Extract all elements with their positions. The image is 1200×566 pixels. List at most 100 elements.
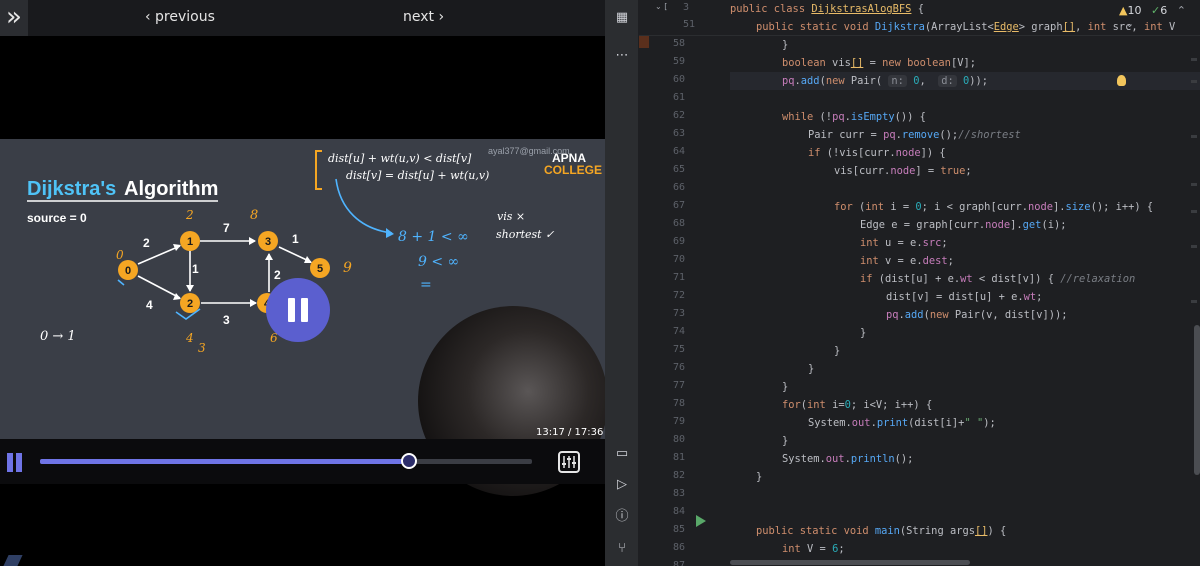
project-structure-icon[interactable]: ▦ [614, 10, 630, 26]
annotation-dist-2b: 3 [198, 341, 206, 355]
tool-sidebar: ▦ ⋯ ▭ ▷ ⓘ ⑂ [605, 0, 639, 566]
node-label-1: 1 [187, 236, 193, 248]
annotation-vis: vis × [497, 210, 525, 223]
line-number: 70 [672, 254, 685, 265]
arrowhead [173, 293, 181, 300]
slide-title-part2: Algorithm [124, 178, 218, 200]
app-logo-icon [3, 555, 23, 566]
vertical-scrollbar[interactable] [1194, 325, 1200, 475]
stripe-mark [1191, 300, 1197, 303]
code-line-63: Pair curr = pq.remove();//shortest [808, 129, 1021, 141]
annotation-dist-3: 8 [250, 208, 258, 223]
weight-2-4: 3 [223, 313, 230, 327]
code-line-77: } [782, 381, 789, 393]
run-tool-icon[interactable]: ▷ [614, 477, 630, 493]
stripe-mark [1191, 58, 1197, 61]
line-number: 72 [672, 290, 685, 301]
code-line-75: } [834, 345, 841, 357]
line-number: 82 [672, 470, 685, 481]
code-line-86: int V = 6; [782, 543, 845, 555]
video-player: » ‹ previous next › Dijkstra's Algorithm… [0, 0, 605, 566]
weight-0-1: 2 [143, 236, 150, 250]
line-number: 86 [672, 542, 685, 553]
node-label-2: 2 [187, 298, 193, 310]
code-line-85: public static void main(String args[]) { [756, 525, 1007, 537]
watermark-email: ayal377@gmail.com [488, 146, 570, 156]
code-line-76: } [808, 363, 815, 375]
seek-handle[interactable] [401, 453, 417, 469]
chevron-down-icon[interactable]: ⌄ [1125, 17, 1134, 30]
annotation-shortest: shortest ✓ [496, 228, 555, 241]
annotation-dist-5: 9 [343, 260, 352, 276]
sticky-line-number: 3 [683, 2, 690, 13]
edge-0-2 [137, 275, 181, 299]
slide-title-part1: Dijkstra's [27, 178, 116, 200]
code-line-62: while (!pq.isEmpty()) { [782, 111, 926, 123]
pause-button[interactable] [7, 453, 23, 472]
screen: » ‹ previous next › Dijkstra's Algorithm… [0, 0, 1200, 566]
chevron-up-icon[interactable]: ⌃ [1177, 4, 1186, 17]
seek-progress [40, 459, 409, 464]
code-line-59: boolean vis[] = new boolean[V]; [782, 57, 976, 69]
code-area[interactable]: } boolean vis[] = new boolean[V]; pq.add… [730, 0, 1200, 566]
annotation-dist-1: 2 [185, 208, 194, 222]
inspection-widget[interactable]: ▲10 ✓6 ⌃ ⌄ [1119, 4, 1200, 30]
sticky-class-line[interactable]: public class DijkstrasAlogBFS { [730, 0, 924, 18]
annotation-dist-0: 0 [116, 248, 124, 262]
problems-icon[interactable]: ⓘ [614, 509, 630, 525]
line-number: 77 [672, 380, 685, 391]
code-line-70: int v = e.dest; [860, 255, 954, 267]
annotation-formula1: dist[u] + wt(u,v) < dist[v] [328, 152, 472, 165]
line-number: 79 [672, 416, 685, 427]
code-line-80: } [782, 435, 789, 447]
double-chevron-right-icon[interactable]: » [0, 0, 28, 36]
annotation-calc: 8 + 1 < ∞ [398, 229, 469, 245]
line-number: 78 [672, 398, 685, 409]
sticky-method-line[interactable]: public static void Dijkstra(ArrayList<Ed… [756, 18, 1175, 36]
next-link[interactable]: next › [403, 9, 444, 25]
check-icon: ✓ [1150, 4, 1161, 17]
line-number: 84 [672, 506, 685, 517]
warning-count: 10 [1127, 4, 1142, 17]
brand-bottom: COLLEGE [544, 163, 602, 177]
line-number: 75 [672, 344, 685, 355]
terminal-icon[interactable]: ▭ [614, 446, 630, 462]
arrowhead [265, 253, 273, 260]
source-label: source = 0 [27, 211, 87, 225]
stripe-mark [1191, 80, 1197, 83]
weight-1-3: 7 [223, 221, 230, 235]
line-number: 67 [672, 200, 685, 211]
line-number: 66 [672, 182, 685, 193]
pause-icon[interactable] [266, 278, 330, 342]
lesson-nav-bar: » ‹ previous next › [0, 0, 605, 36]
annotation-equals: = [420, 277, 432, 293]
sliders-icon[interactable] [558, 451, 580, 473]
code-line-81: System.out.println(); [782, 453, 914, 465]
line-gutter [639, 0, 697, 566]
code-line-82: } [756, 471, 763, 483]
weight-1-2: 1 [192, 262, 199, 276]
stripe-mark [1191, 135, 1197, 138]
line-number: 74 [672, 326, 685, 337]
chevron-down-icon[interactable]: ⌄ [ [655, 2, 667, 11]
line-number: 69 [672, 236, 685, 247]
code-editor: ▦ ⋯ ▭ ▷ ⓘ ⑂ 58 59 60 61 62 63 64 65 66 67 68 69 70 71… [605, 0, 1200, 566]
git-icon[interactable]: ⑂ [614, 541, 630, 557]
line-number: 61 [672, 92, 685, 103]
horizontal-scrollbar[interactable] [730, 560, 970, 565]
previous-link[interactable]: ‹ previous [145, 9, 215, 25]
line-number: 73 [672, 308, 685, 319]
seek-bar[interactable] [40, 453, 532, 469]
sliders-glyph [562, 456, 576, 468]
run-main-icon[interactable] [696, 515, 706, 527]
line-number: 87 [672, 560, 685, 566]
weight-4-3: 2 [274, 268, 281, 282]
code-line-78: for(int i=0; i<V; i++) { [782, 399, 933, 411]
line-number: 60 [672, 74, 685, 85]
code-line-65: vis[curr.node] = true; [834, 165, 972, 177]
line-number: 80 [672, 434, 685, 445]
more-icon[interactable]: ⋯ [614, 48, 630, 64]
lightbulb-icon[interactable] [1117, 75, 1126, 86]
line-number: 71 [672, 272, 685, 283]
line-number: 65 [672, 164, 685, 175]
